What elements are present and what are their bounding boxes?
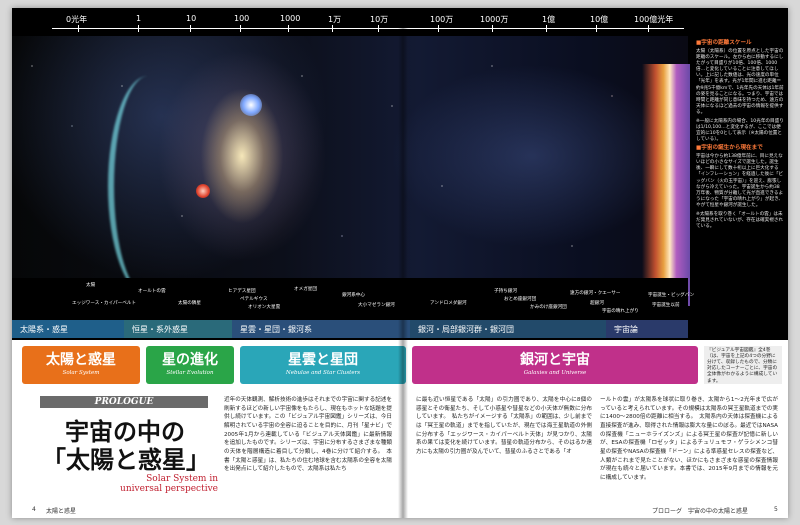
object-label: おとめ座銀河団 [504, 297, 537, 302]
scale-tick: 0光年 [66, 15, 88, 24]
sidebar-note: ※一般に太陽系内の場合、10光年の目盛りは1/10,100…と変化するが、ここで… [696, 118, 784, 143]
sidebar-text: 太陽（太陽系）の位置を原点とした宇宙の距離のスケール。左から右に移動するにしたが… [696, 48, 784, 116]
scale-tick: 10億 [590, 15, 609, 24]
tab-title: 星雲と星団 [288, 352, 358, 368]
prologue-label: PROLOGUE [40, 396, 208, 408]
object-label: オリオン大星雲 [248, 305, 281, 310]
object-label: 子持ち銀河 [494, 289, 517, 294]
scale-tick: 1000万 [480, 15, 509, 24]
running-title-left: 太陽と惑星 [46, 508, 77, 515]
band-galaxy: 銀河・局部銀河群・銀河団 [410, 320, 606, 338]
tab-subtitle: Galaxies and Universe [523, 370, 587, 376]
scale-tick: 100万 [430, 15, 454, 24]
band-cosmology: 宇宙論 [606, 320, 688, 338]
info-sidebar: ■宇宙の距離スケール 太陽（太陽系）の位置を原点とした宇宙の距離のスケール。左か… [692, 36, 788, 340]
tab-solar-system: 太陽と惑星 Solar System [22, 346, 140, 384]
object-label: 宇宙の晴れ上がり [602, 309, 639, 314]
sidebar-note: ※太陽系を取り巻く「オールトの雲」は未だ発見されていないが、存在は確実視されてい… [696, 211, 784, 229]
tab-title: 銀河と宇宙 [520, 352, 590, 368]
book-gutter [398, 8, 408, 518]
object-label: 超銀河 [590, 301, 604, 306]
tab-stellar-evolution: 星の進化 Stellar Evolution [146, 346, 234, 384]
scale-tick: 1000 [280, 14, 301, 23]
scale-tick: 1億 [542, 15, 556, 24]
body-column-1: 近年の天体観測、解析技術の進歩はそれまでの宇宙に関する記述を刷新するほどの新しい… [224, 397, 392, 473]
tab-subtitle: Solar System [62, 370, 100, 376]
category-tabs: 太陽と惑星 Solar System 星の進化 Stellar Evolutio… [22, 346, 698, 384]
page-title-line2: 「太陽と惑星」 [42, 445, 210, 474]
page-subtitle: Solar System in universal perspective [120, 474, 218, 495]
object-label: 大小マゼラン銀河 [358, 303, 395, 308]
category-band: 太陽系・惑星 恒星・系外惑星 星雲・星団・銀河系 銀河・局部銀河群・銀河団 宇宙… [12, 320, 688, 338]
distance-scale: 0光年 1 10 100 1000 1万 10万 100万 1000万 1億 1… [12, 8, 688, 36]
object-label: ペテルギウス [240, 297, 268, 302]
object-labels: 太陽 エッジワース・カイパーベルト オールトの雲 太陽の隣星 ヒアデス星団 ペテ… [12, 278, 694, 320]
object-label: 銀河系中心 [342, 293, 365, 298]
space-illustration [12, 36, 690, 306]
sidebar-text: 宇宙は今から約138億年前に、目に見えないほどの小さなサイズで誕生した。誕生後、… [696, 153, 784, 209]
scale-axis [52, 28, 684, 29]
scale-tick: 100 [234, 14, 250, 23]
scale-tick: 10万 [370, 15, 389, 24]
scale-tick: 1万 [328, 15, 342, 24]
scale-tick: 100億光年 [634, 15, 674, 24]
tab-galaxies: 銀河と宇宙 Galaxies and Universe [412, 346, 698, 384]
tab-title: 星の進化 [162, 352, 218, 368]
running-title-right: プロローグ 宇宙の中の太陽と惑星 [652, 508, 749, 515]
body-column-2: に最も近い恒星である「太陽」の引力圏であり、太陽を中心に8個の惑星とその衛星たち… [416, 397, 592, 455]
series-note: 『ビジュアル宇宙図鑑』全4巻（は、宇宙を上記の4つの分野に分けて、収録したもので… [704, 346, 782, 384]
band-solar: 太陽系・惑星 [12, 320, 124, 338]
oort-cloud-arc [108, 76, 188, 296]
scale-tick: 1 [136, 14, 142, 23]
object-label: 遠方の銀河・クエーサー [570, 291, 621, 296]
object-label: 太陽の隣星 [178, 301, 201, 306]
cosmic-background-strip [642, 64, 690, 306]
betelgeuse-star [196, 184, 210, 198]
tab-title: 太陽と惑星 [46, 352, 116, 368]
tab-nebulae: 星雲と星団 Nebulae and Star Clusters [240, 346, 406, 384]
tab-subtitle: Stellar Evolution [166, 370, 214, 376]
scale-tick: 10 [186, 14, 197, 23]
band-nebula: 星雲・星団・銀河系 [232, 320, 410, 338]
object-label: エッジワース・カイパーベルト [72, 301, 136, 306]
blue-star [240, 94, 262, 116]
page-number-right: 5 [774, 506, 778, 513]
magazine-spread: 0光年 1 10 100 1000 1万 10万 100万 1000万 1億 1… [12, 8, 788, 518]
sidebar-heading: ■宇宙の誕生から現在まで [696, 145, 763, 152]
object-label: かみのけ座銀河団 [530, 305, 567, 310]
object-label: 太陽 [86, 283, 96, 288]
band-stellar: 恒星・系外惑星 [124, 320, 232, 338]
object-label: アンドロメダ銀河 [430, 301, 467, 306]
object-label: ヒアデス星団 [228, 289, 256, 294]
object-label: オールトの雲 [138, 289, 166, 294]
object-label: 宇宙誕生以前 [652, 303, 680, 308]
page-number-left: 4 [32, 506, 36, 513]
tab-subtitle: Nebulae and Star Clusters [285, 370, 361, 376]
object-label: オメガ星団 [294, 287, 317, 292]
object-label: 宇宙誕生・ビッグバン [648, 293, 695, 298]
body-column-3: ールトの雲」が太陽系を球状に取り巻き、太陽から1〜2光年まで広がっていると考えら… [600, 397, 778, 481]
sidebar-heading: ■宇宙の距離スケール [696, 40, 752, 46]
